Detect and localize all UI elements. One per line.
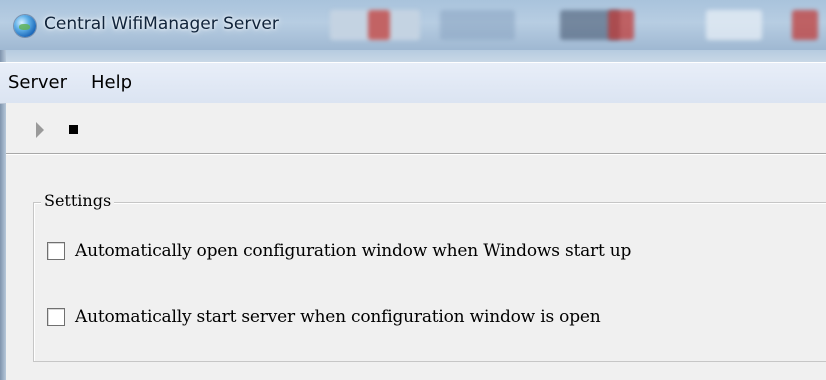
auto-start-label[interactable]: Automatically start server when configur… bbox=[75, 307, 601, 327]
menu-help[interactable]: Help bbox=[91, 72, 132, 93]
settings-group-label: Settings bbox=[41, 191, 115, 210]
menu-bar: Server Help bbox=[0, 62, 826, 104]
window-frame-top bbox=[0, 50, 826, 62]
settings-groupbox bbox=[33, 202, 826, 362]
auto-open-checkbox[interactable] bbox=[47, 242, 65, 260]
background-blur bbox=[368, 10, 390, 40]
background-blur bbox=[706, 10, 762, 40]
play-icon[interactable] bbox=[36, 122, 44, 138]
auto-start-option[interactable]: Automatically start server when configur… bbox=[47, 306, 601, 328]
window-title: Central WifiManager Server bbox=[44, 14, 279, 34]
background-blur bbox=[792, 10, 818, 40]
app-window: Central WifiManager Server Server Help S… bbox=[0, 0, 826, 380]
title-bar[interactable]: Central WifiManager Server bbox=[0, 0, 826, 50]
auto-open-option[interactable]: Automatically open configuration window … bbox=[47, 240, 631, 262]
auto-open-label[interactable]: Automatically open configuration window … bbox=[75, 241, 631, 261]
stop-icon[interactable] bbox=[69, 125, 78, 134]
globe-app-icon[interactable] bbox=[14, 15, 36, 37]
toolbar bbox=[6, 103, 826, 154]
background-blur bbox=[608, 10, 634, 40]
menu-server[interactable]: Server bbox=[8, 72, 67, 93]
background-blur bbox=[440, 10, 515, 40]
main-content: Settings Automatically open configuratio… bbox=[6, 155, 826, 380]
auto-start-checkbox[interactable] bbox=[47, 308, 65, 326]
